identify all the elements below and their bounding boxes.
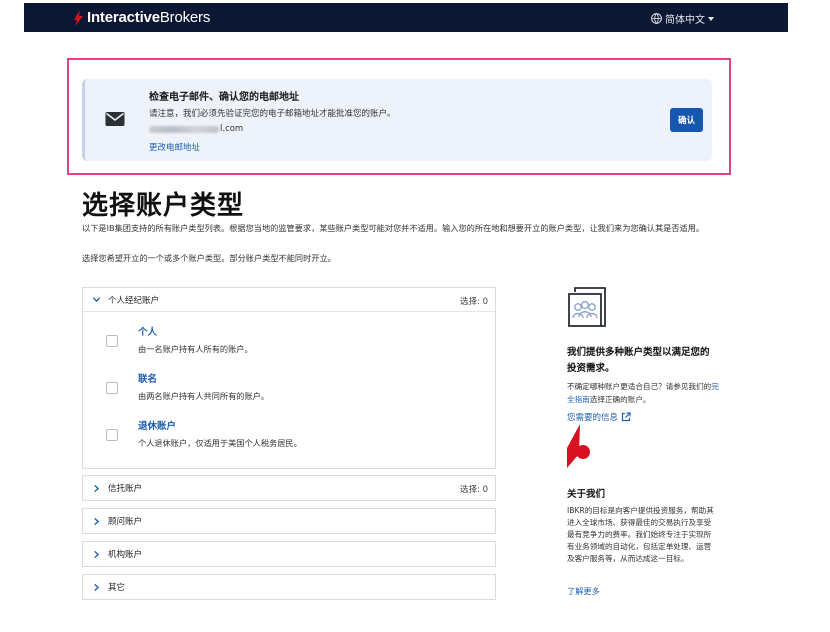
account-option-joint: 联名 由两名账户持有人共同所有的账户。 bbox=[83, 365, 495, 405]
info-needed-label: 您需要的信息 bbox=[567, 413, 619, 423]
accordion-label: 个人经纪账户 bbox=[108, 295, 160, 306]
language-selector[interactable]: 简体中文 bbox=[651, 11, 714, 26]
accordion-institution: 机构账户 bbox=[82, 541, 496, 567]
brand-name-bold: Interactive bbox=[87, 9, 160, 26]
option-title-joint[interactable]: 联名 bbox=[138, 371, 157, 385]
accordion-header-trust[interactable]: 信托账户 选择: 0 bbox=[83, 476, 495, 500]
about-us-text: IBKR的目标是向客户提供投资服务，帮助其进入全球市场、获得最佳的交易执行及享受… bbox=[567, 506, 714, 563]
accordion-individual-brokerage: 个人经纪账户 选择: 0 个人 由一名账户持有人所有的账户。 联名 由两名账户持… bbox=[82, 287, 496, 469]
learn-more-link[interactable]: 了解更多 bbox=[567, 585, 600, 597]
checkbox-individual[interactable] bbox=[106, 335, 118, 347]
accordion-label: 其它 bbox=[108, 583, 126, 593]
accordion-label: 信托账户 bbox=[108, 484, 143, 494]
selection-count: 选择: 0 bbox=[460, 485, 488, 495]
checkbox-retirement[interactable] bbox=[106, 429, 118, 441]
chevron-down-icon bbox=[708, 16, 714, 21]
confirm-button[interactable]: 确认 bbox=[670, 108, 703, 132]
redacted-email-part bbox=[149, 125, 219, 133]
chevron-down-icon bbox=[92, 297, 101, 303]
change-email-link[interactable]: 更改电邮地址 bbox=[149, 141, 200, 153]
help-text-start: 不确定哪种账户更适合自己？请参见我们的 bbox=[567, 382, 712, 391]
accordion-other: 其它 bbox=[82, 574, 496, 600]
email-verification-alert: 检查电子邮件、确认您的电邮地址 请注意，我们必须先验证完您的电子邮箱地址才能批准… bbox=[82, 79, 712, 161]
sidebar-heading: 我们提供多种账户类型以满足您的投资需求。 bbox=[567, 347, 710, 374]
help-text-end: 选择正确的账户。 bbox=[589, 394, 651, 404]
accordion-label: 顾问账户 bbox=[108, 517, 143, 527]
option-desc-retirement: 个人退休账户，仅适用于美国个人税务居民。 bbox=[138, 438, 302, 448]
option-title-retirement[interactable]: 退休账户 bbox=[138, 418, 176, 432]
top-navigation-bar: InteractiveBrokers 简体中文 bbox=[24, 3, 788, 32]
info-needed-link[interactable]: 您需要的信息 bbox=[567, 411, 631, 423]
alert-title: 检查电子邮件、确认您的电邮地址 bbox=[149, 92, 299, 103]
chevron-right-icon bbox=[94, 550, 100, 558]
account-option-retirement: 退休账户 个人退休账户，仅适用于美国个人税务居民。 bbox=[83, 412, 495, 452]
chevron-right-icon bbox=[94, 583, 100, 591]
checkbox-joint[interactable] bbox=[106, 382, 118, 394]
accordion-advisor: 顾问账户 bbox=[82, 508, 496, 534]
option-desc-joint: 由两名账户持有人共同所有的账户。 bbox=[138, 391, 270, 401]
about-us-title: 关于我们 bbox=[567, 489, 606, 500]
instruction-text: 选择您希望开立的一个或多个账户类型。部分账户类型不能同时开立。 bbox=[82, 253, 336, 263]
option-title-individual[interactable]: 个人 bbox=[138, 324, 157, 338]
external-link-icon bbox=[621, 412, 631, 422]
language-label: 简体中文 bbox=[665, 15, 705, 26]
accordion-header-individual-brokerage[interactable]: 个人经纪账户 选择: 0 bbox=[83, 288, 495, 312]
ibkr-logo-icon bbox=[567, 424, 590, 468]
email-address: l.com bbox=[149, 124, 243, 134]
sidebar-help-text: 不确定哪种账户更适合自己？请参见我们的完全指南选择正确的账户。 bbox=[567, 381, 719, 406]
accordion-header-advisor[interactable]: 顾问账户 bbox=[83, 509, 495, 533]
option-desc-individual: 由一名账户持有人所有的账户。 bbox=[138, 344, 253, 354]
accordion-header-institution[interactable]: 机构账户 bbox=[83, 542, 495, 566]
selection-count: 选择: 0 bbox=[460, 297, 488, 307]
envelope-icon bbox=[105, 112, 125, 126]
accordion-header-other[interactable]: 其它 bbox=[83, 575, 495, 599]
brand-flame-icon bbox=[74, 9, 83, 26]
globe-icon bbox=[651, 13, 662, 24]
accordion-label: 机构账户 bbox=[108, 550, 143, 560]
page-title: 选择账户类型 bbox=[82, 191, 245, 221]
brand-logo[interactable]: InteractiveBrokers bbox=[72, 9, 210, 26]
alert-message: 请注意，我们必须先验证完您的电子邮箱地址才能批准您的账户。 bbox=[149, 109, 396, 119]
email-suffix: l.com bbox=[220, 124, 244, 134]
chevron-right-icon bbox=[94, 517, 100, 525]
brand-name-light: Brokers bbox=[159, 9, 211, 26]
intro-text: 以下是IB集团支持的所有账户类型列表。根据您当地的监管要求，某些账户类型可能对您… bbox=[82, 223, 705, 233]
chevron-right-icon bbox=[94, 484, 100, 492]
account-types-illustration-icon bbox=[568, 287, 606, 327]
account-option-individual: 个人 由一名账户持有人所有的账户。 bbox=[83, 318, 495, 358]
accordion-trust: 信托账户 选择: 0 bbox=[82, 475, 496, 501]
